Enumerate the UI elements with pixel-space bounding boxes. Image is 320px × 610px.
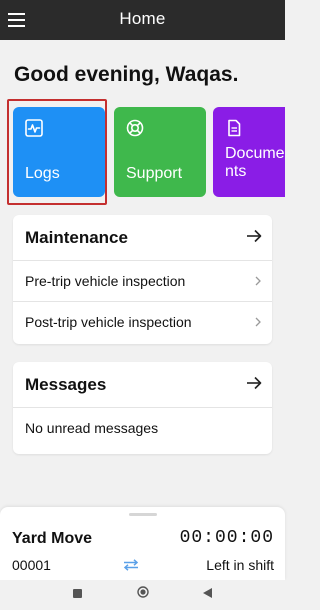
messages-header[interactable]: Messages xyxy=(13,362,272,408)
arrow-right-icon[interactable] xyxy=(246,376,262,390)
list-item-no-messages: No unread messages xyxy=(13,408,272,448)
maintenance-card: Maintenance Pre-trip vehicle inspection … xyxy=(13,215,272,344)
list-item-label: No unread messages xyxy=(25,420,159,436)
swap-arrows-icon[interactable] xyxy=(122,558,140,572)
maintenance-header[interactable]: Maintenance xyxy=(13,215,272,261)
arrow-right-icon[interactable] xyxy=(246,229,262,243)
maintenance-title: Maintenance xyxy=(25,228,128,247)
logs-tile-label: Logs xyxy=(25,165,60,182)
duty-status-title: Yard Move xyxy=(12,530,93,547)
list-item-post-trip-inspection[interactable]: Post-trip vehicle inspection xyxy=(13,302,272,342)
lifebuoy-icon xyxy=(126,119,144,137)
support-tile[interactable]: Support xyxy=(114,107,206,197)
quick-action-tiles: Logs Support Docume nts xyxy=(0,103,285,201)
support-tile-label: Support xyxy=(126,165,183,182)
home-nav-icon[interactable] xyxy=(137,586,149,598)
recent-apps-icon[interactable] xyxy=(73,589,82,598)
status-timer: 00:00:00 xyxy=(179,528,274,548)
page-title: Home xyxy=(119,9,166,28)
documents-tile-label-line2: nts xyxy=(225,163,247,180)
activity-log-icon xyxy=(25,119,43,137)
system-nav-bar xyxy=(0,580,285,610)
greeting-text: Good evening, Waqas. xyxy=(14,63,239,86)
back-nav-icon[interactable] xyxy=(202,587,213,599)
drag-handle[interactable] xyxy=(129,513,157,516)
documents-tile-label-line1: Docume xyxy=(225,145,285,162)
status-code: 00001 xyxy=(12,557,51,573)
chevron-right-icon xyxy=(255,276,261,286)
messages-card: Messages No unread messages xyxy=(13,362,272,454)
chevron-right-icon xyxy=(255,317,261,327)
list-item-label: Post-trip vehicle inspection xyxy=(25,314,192,330)
messages-title: Messages xyxy=(25,375,107,394)
documents-tile-label: Docume nts xyxy=(225,145,285,181)
list-item-pre-trip-inspection[interactable]: Pre-trip vehicle inspection xyxy=(13,261,272,302)
duty-status-sheet[interactable]: Yard Move 00:00:00 00001 Left in shift xyxy=(0,507,285,580)
top-app-bar: Home xyxy=(0,0,285,40)
documents-tile[interactable]: Docume nts xyxy=(213,107,285,197)
list-item-label: Pre-trip vehicle inspection xyxy=(25,273,186,289)
shift-remaining-label: Left in shift xyxy=(206,557,274,573)
logs-tile[interactable]: Logs xyxy=(13,107,105,197)
document-icon xyxy=(228,119,241,137)
